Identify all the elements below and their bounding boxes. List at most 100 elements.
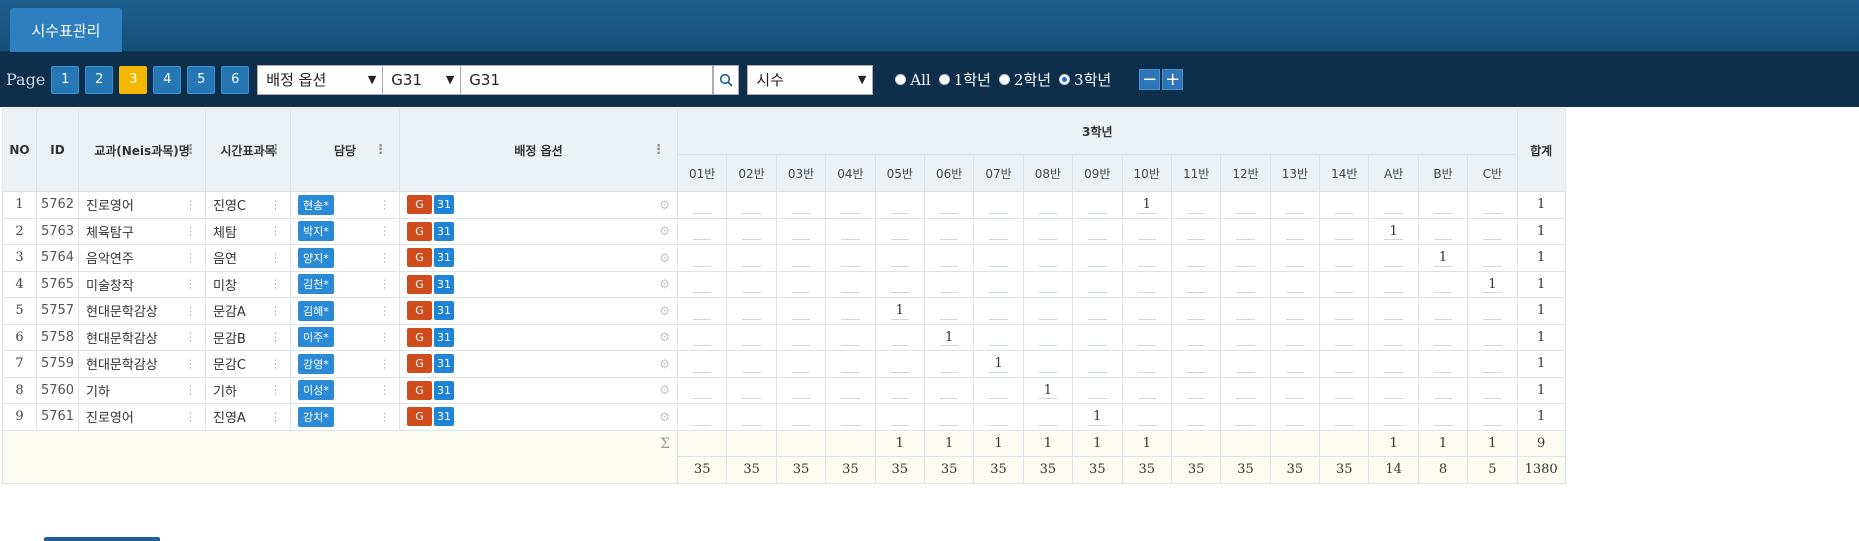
- class-cell[interactable]: [726, 244, 777, 272]
- class-cell[interactable]: [1022, 270, 1074, 298]
- row-short[interactable]: 문감C ⋮: [205, 350, 291, 378]
- class-cell[interactable]: [1417, 323, 1469, 351]
- class-cell[interactable]: [1072, 191, 1123, 219]
- class-cell[interactable]: [676, 244, 728, 272]
- class-cell[interactable]: [775, 244, 827, 272]
- teacher-badge[interactable]: 양지*: [298, 247, 334, 268]
- drag-handle-icon[interactable]: ⋮: [270, 331, 281, 344]
- page-button-2[interactable]: 2: [85, 65, 114, 94]
- class-cell[interactable]: 1: [1022, 376, 1074, 404]
- gear-icon[interactable]: ⚙: [659, 198, 670, 212]
- class-cell[interactable]: [1368, 270, 1419, 298]
- teacher-badge[interactable]: 이주*: [298, 327, 334, 348]
- group-tag[interactable]: G: [407, 380, 432, 400]
- class-cell[interactable]: [874, 403, 925, 431]
- row-option[interactable]: G 31 ⚙: [399, 376, 678, 404]
- row-subject[interactable]: 기하 ⋮: [78, 376, 206, 404]
- class-cell[interactable]: [973, 191, 1024, 219]
- gear-icon[interactable]: ⚙: [659, 251, 670, 265]
- class-cell[interactable]: [1170, 297, 1222, 325]
- class-cell[interactable]: [1121, 217, 1172, 245]
- gear-icon[interactable]: ⚙: [659, 410, 670, 424]
- row-short[interactable]: 문감B ⋮: [205, 323, 291, 351]
- col-header-teacher[interactable]: 담당 ⋮: [290, 108, 400, 192]
- class-cell[interactable]: [825, 376, 876, 404]
- page-button-1[interactable]: 1: [51, 65, 80, 94]
- class-cell[interactable]: [1121, 350, 1172, 378]
- drag-handle-icon[interactable]: ⋮: [185, 357, 196, 370]
- class-cell[interactable]: [1417, 217, 1469, 245]
- class-cell[interactable]: [1220, 244, 1271, 272]
- column-menu-icon[interactable]: ⋮: [269, 143, 282, 158]
- class-cell[interactable]: [726, 323, 777, 351]
- class-cell[interactable]: [874, 270, 925, 298]
- class-cell[interactable]: [1319, 191, 1370, 219]
- table-row[interactable]: 1 5762 진로영어 ⋮ 진영C ⋮ 현송* ⋮ G 31 ⚙ 1 1: [2, 191, 1566, 219]
- class-cell[interactable]: [973, 270, 1024, 298]
- drag-handle-icon[interactable]: ⋮: [379, 304, 390, 317]
- class-cell[interactable]: [1022, 297, 1074, 325]
- drag-handle-icon[interactable]: ⋮: [185, 225, 196, 238]
- class-cell[interactable]: [1220, 191, 1271, 219]
- column-menu-icon[interactable]: ⋮: [374, 143, 387, 158]
- drag-handle-icon[interactable]: ⋮: [379, 278, 390, 291]
- teacher-badge[interactable]: 강영*: [298, 353, 334, 374]
- row-subject[interactable]: 체육탐구 ⋮: [78, 217, 206, 245]
- gear-icon[interactable]: ⚙: [659, 224, 670, 238]
- class-cell[interactable]: [1121, 297, 1172, 325]
- class-cell[interactable]: [1319, 350, 1370, 378]
- class-cell[interactable]: [1121, 323, 1172, 351]
- drag-handle-icon[interactable]: ⋮: [270, 384, 281, 397]
- drag-handle-icon[interactable]: ⋮: [270, 304, 281, 317]
- group-select[interactable]: G31 ▼: [383, 64, 462, 95]
- class-cell[interactable]: [973, 297, 1024, 325]
- class-cell[interactable]: [726, 350, 777, 378]
- class-cell[interactable]: [1319, 376, 1370, 404]
- class-cell[interactable]: [1417, 270, 1469, 298]
- table-row[interactable]: 6 5758 현대문학감상 ⋮ 문감B ⋮ 이주* ⋮ G 31 ⚙ 1 1: [2, 323, 1566, 351]
- class-cell[interactable]: [1072, 350, 1123, 378]
- gear-icon[interactable]: ⚙: [659, 383, 670, 397]
- class-cell[interactable]: [1072, 323, 1123, 351]
- class-cell[interactable]: 1: [1368, 217, 1419, 245]
- class-cell[interactable]: [825, 323, 876, 351]
- class-cell[interactable]: [1467, 403, 1518, 431]
- class-cell[interactable]: [775, 403, 827, 431]
- teacher-badge[interactable]: 박지*: [298, 221, 334, 242]
- group-number-tag[interactable]: 31: [434, 221, 454, 241]
- row-option[interactable]: G 31 ⚙: [399, 191, 678, 219]
- class-cell[interactable]: [1170, 270, 1222, 298]
- gear-icon[interactable]: ⚙: [659, 304, 670, 318]
- class-cell[interactable]: [1072, 297, 1123, 325]
- row-teacher[interactable]: 김혜* ⋮: [290, 297, 400, 325]
- class-cell[interactable]: 1: [923, 323, 975, 351]
- drag-handle-icon[interactable]: ⋮: [270, 198, 281, 211]
- class-cell[interactable]: [775, 270, 827, 298]
- class-cell[interactable]: [1368, 376, 1419, 404]
- group-tag[interactable]: G: [407, 248, 432, 268]
- option-select[interactable]: 배정 옵션 ▼: [257, 64, 384, 95]
- class-cell[interactable]: 1: [1072, 403, 1123, 431]
- class-cell[interactable]: [1417, 376, 1469, 404]
- class-cell[interactable]: [1220, 217, 1271, 245]
- class-cell[interactable]: [1467, 297, 1518, 325]
- drag-handle-icon[interactable]: ⋮: [270, 225, 281, 238]
- class-cell[interactable]: [726, 191, 777, 219]
- search-button[interactable]: [713, 64, 740, 95]
- group-tag[interactable]: G: [407, 195, 432, 215]
- drag-handle-icon[interactable]: ⋮: [379, 331, 390, 344]
- row-teacher[interactable]: 현송* ⋮: [290, 191, 400, 219]
- drag-handle-icon[interactable]: ⋮: [379, 410, 390, 423]
- class-cell[interactable]: [775, 191, 827, 219]
- class-cell[interactable]: [1121, 376, 1172, 404]
- drag-handle-icon[interactable]: ⋮: [379, 357, 390, 370]
- class-cell[interactable]: [1072, 244, 1123, 272]
- row-short[interactable]: 문감A ⋮: [205, 297, 291, 325]
- group-tag[interactable]: G: [407, 301, 432, 321]
- class-cell[interactable]: [726, 297, 777, 325]
- class-cell[interactable]: [874, 323, 925, 351]
- class-cell[interactable]: [1022, 350, 1074, 378]
- drag-handle-icon[interactable]: ⋮: [185, 410, 196, 423]
- class-cell[interactable]: [874, 217, 925, 245]
- group-tag[interactable]: G: [407, 407, 432, 427]
